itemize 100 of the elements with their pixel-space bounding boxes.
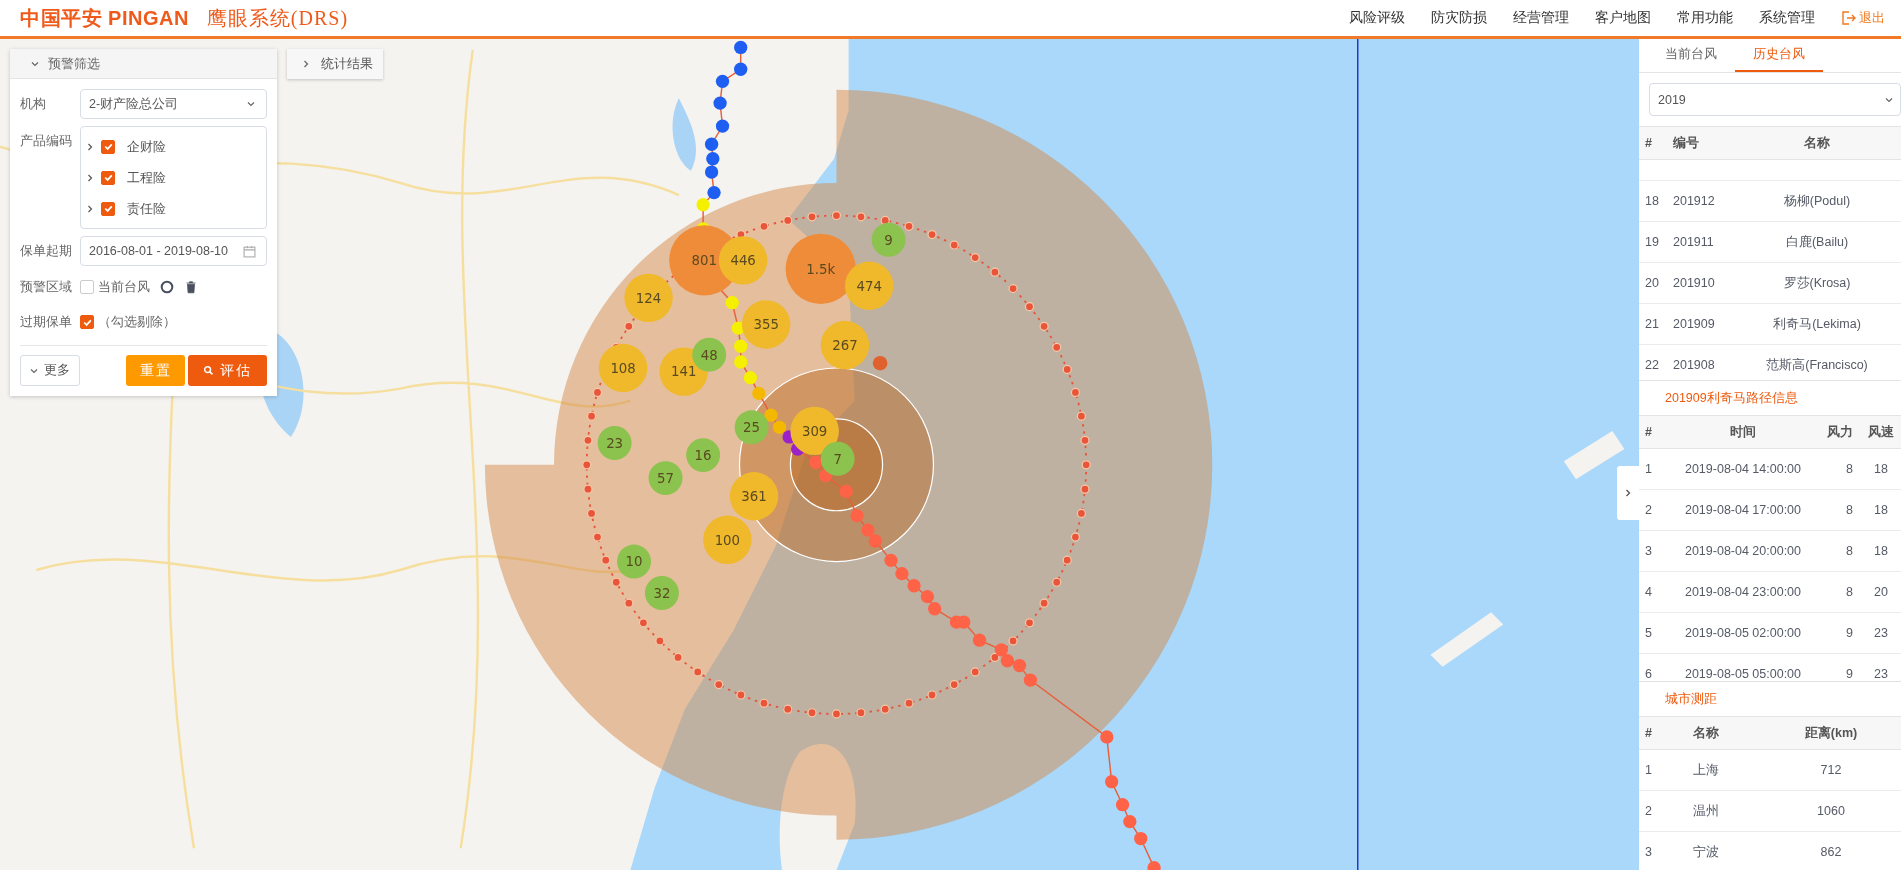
nav-item[interactable]: 系统管理 xyxy=(1746,9,1828,27)
checkbox-label: 企财险 xyxy=(127,137,166,156)
cluster-marker[interactable] xyxy=(703,515,752,564)
cluster-marker[interactable] xyxy=(729,472,779,521)
filter-panel-header[interactable]: 预警筛选 xyxy=(10,49,277,79)
field-label: 预警区域 xyxy=(20,278,73,296)
cluster-marker[interactable] xyxy=(820,320,870,370)
cluster-count: 267 xyxy=(832,337,858,353)
table-row[interactable]: 22 201908 范斯高(Francisco) xyxy=(1639,345,1901,380)
table-row[interactable]: 21 201909 利奇马(Lekima) xyxy=(1639,304,1901,345)
cluster-marker[interactable] xyxy=(644,576,679,610)
table-row[interactable]: 2 2019-08-04 17:00:00 8 18 xyxy=(1639,490,1901,531)
cluster-count: 10 xyxy=(625,554,643,570)
year-select[interactable]: 2019 xyxy=(1649,83,1901,116)
cluster-marker[interactable] xyxy=(597,426,632,460)
checkbox-label: 责任险 xyxy=(127,199,166,218)
cluster-marker[interactable] xyxy=(624,273,673,323)
panel-toggle-button[interactable] xyxy=(1617,466,1639,520)
cluster-count: 48 xyxy=(700,347,718,363)
cluster-marker[interactable] xyxy=(617,544,651,579)
checkbox[interactable] xyxy=(101,201,115,216)
table-row[interactable]: 1 上海 712 xyxy=(1639,750,1901,791)
table-row[interactable]: 1 2019-08-04 14:00:00 8 18 xyxy=(1639,449,1901,490)
checkbox-label: 工程险 xyxy=(127,168,166,187)
chevron-icon xyxy=(301,59,311,69)
org-select[interactable]: 2-财产险总公司 xyxy=(80,89,267,119)
expand-icon[interactable] xyxy=(85,203,95,214)
checkbox[interactable] xyxy=(80,315,94,329)
cluster-marker[interactable] xyxy=(686,438,721,473)
trash-icon[interactable] xyxy=(184,280,198,294)
cluster-count: 57 xyxy=(657,470,675,486)
chevron-icon xyxy=(246,99,256,109)
table-row[interactable]: 6 2019-08-05 05:00:00 9 23 xyxy=(1639,654,1901,681)
cluster-count: 446 xyxy=(730,253,756,269)
field-label: 过期保单 xyxy=(20,313,73,331)
cluster-count: 23 xyxy=(606,435,624,451)
nav-item[interactable]: 风险评级 xyxy=(1336,9,1418,27)
nav-item[interactable]: 客户地图 xyxy=(1582,9,1664,27)
cluster-marker[interactable] xyxy=(790,406,839,456)
cluster-marker[interactable] xyxy=(718,236,768,285)
column-header: 编号 xyxy=(1672,134,1700,152)
app-title: 鹰眼系统(DRS) xyxy=(206,5,349,32)
column-header: # xyxy=(1644,136,1653,150)
nav-item[interactable]: 常用功能 xyxy=(1664,9,1746,27)
exit-icon xyxy=(1840,10,1856,26)
circle-draw-icon[interactable] xyxy=(160,280,174,294)
cluster-marker[interactable] xyxy=(844,261,894,310)
nav-item[interactable]: 防灾防损 xyxy=(1418,9,1500,27)
expand-icon[interactable] xyxy=(85,141,95,152)
expand-icon[interactable] xyxy=(85,172,95,183)
field-label: 产品编码 xyxy=(20,133,73,150)
table-row[interactable]: 3 2019-08-04 20:00:00 8 18 xyxy=(1639,531,1901,572)
checkbox[interactable] xyxy=(101,139,115,154)
cluster-marker[interactable] xyxy=(734,410,769,445)
cluster-marker[interactable] xyxy=(598,343,648,393)
cluster-count: 25 xyxy=(743,420,761,436)
date-range-field[interactable]: 2016-08-01 - 2019-08-10 xyxy=(80,236,267,266)
cluster-marker[interactable] xyxy=(871,222,906,257)
cluster-count: 355 xyxy=(753,317,779,333)
table-row[interactable]: 20 201910 罗莎(Krosa) xyxy=(1639,263,1901,304)
column-header: 风力 xyxy=(1826,423,1854,441)
cluster-count: 9 xyxy=(884,232,893,248)
table-row[interactable]: 3 宁波 862 xyxy=(1639,832,1901,870)
checkbox[interactable] xyxy=(80,280,94,294)
cluster-marker[interactable] xyxy=(741,300,791,349)
cluster-count: 801 xyxy=(691,253,718,269)
search-icon xyxy=(203,365,214,376)
table-row[interactable]: 2 温州 1060 xyxy=(1639,791,1901,832)
chevron-icon xyxy=(1623,488,1633,498)
cluster-count: 108 xyxy=(610,360,636,376)
cluster-count: 309 xyxy=(801,423,828,439)
table-row[interactable]: 5 2019-08-05 02:00:00 9 23 xyxy=(1639,613,1901,654)
cluster-count: 1.5k xyxy=(806,261,836,277)
cluster-count: 16 xyxy=(694,447,712,463)
table-row[interactable]: 4 2019-08-04 23:00:00 8 20 xyxy=(1639,572,1901,613)
column-header: 风速 xyxy=(1867,423,1895,441)
stats-tab[interactable]: 统计结果 xyxy=(287,49,383,79)
cluster-count: 124 xyxy=(635,290,662,306)
calendar-icon xyxy=(243,244,256,258)
cluster-marker[interactable] xyxy=(820,441,855,476)
cluster-marker[interactable] xyxy=(785,233,856,304)
logo: 中国平安 PINGAN xyxy=(20,5,189,31)
table-row[interactable]: 18 201912 杨柳(Podul) xyxy=(1639,181,1901,222)
tab[interactable]: 当前台风 xyxy=(1647,39,1735,72)
field-label: 机构 xyxy=(20,96,47,113)
checkbox-label: （勾选剔除） xyxy=(98,313,176,331)
tab[interactable]: 历史台风 xyxy=(1735,39,1823,72)
checkbox[interactable] xyxy=(101,170,115,185)
column-header: 时间 xyxy=(1729,423,1757,441)
location-marker[interactable] xyxy=(872,355,888,371)
cluster-marker[interactable] xyxy=(648,461,683,495)
section-title: 201909利奇马路径信息 xyxy=(1664,389,1799,407)
nav-item[interactable]: 经营管理 xyxy=(1500,9,1582,27)
checkbox-label: 当前台风 xyxy=(98,278,150,296)
map-view[interactable]: 801 446 1.5k 9 474 124 355 267 108 141 48 25 309 23 16 57 7 361 100 10 32 预警筛选 机构 2-财产险总公司 产品编码 企财险 工程险 责任险 保单起期 2016-08-01 - 2019-08-10 预警区域 当前台风 过期保单 （勾选剔除） 更多 重置 评估 统计结果 xyxy=(0,39,1639,870)
table-row[interactable]: 19 201911 白鹿(Bailu) xyxy=(1639,222,1901,263)
cluster-count: 361 xyxy=(741,489,767,505)
more-button[interactable]: 更多 xyxy=(20,355,80,386)
column-header: 距离(km) xyxy=(1803,724,1859,742)
column-header: # xyxy=(1644,425,1653,439)
